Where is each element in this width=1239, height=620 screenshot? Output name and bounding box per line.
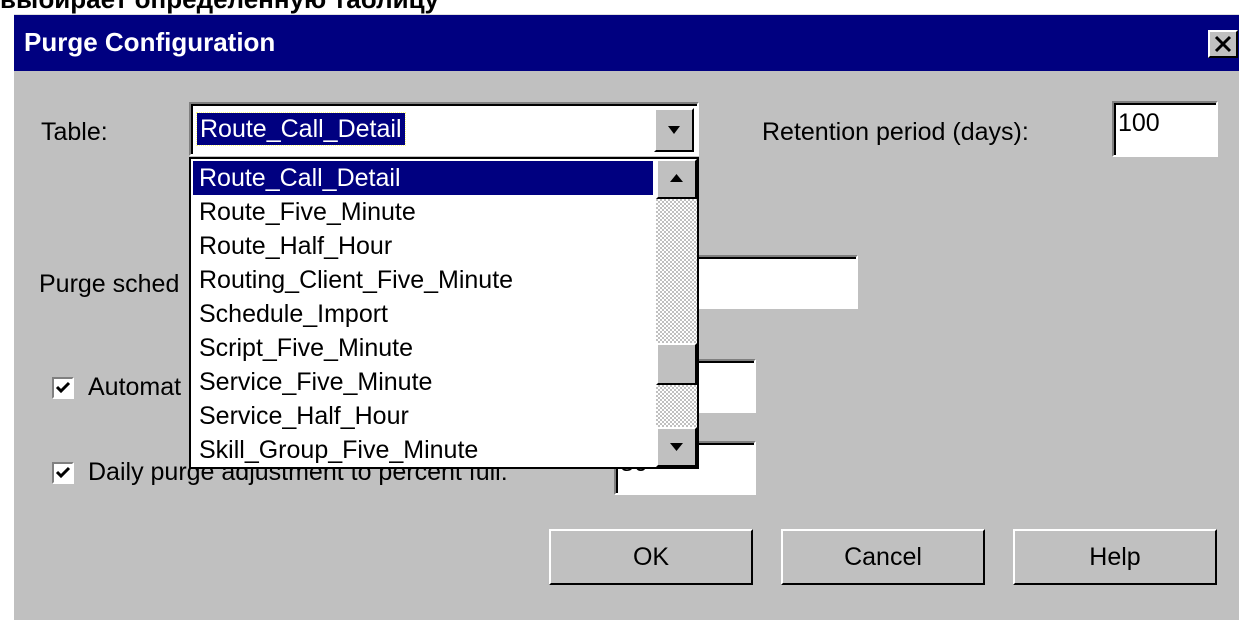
scroll-thumb[interactable] [656,343,697,385]
daily-checkbox[interactable] [52,462,74,484]
automatic-label: Automat [88,373,182,401]
ok-label: OK [632,543,670,571]
dropdown-option[interactable]: Skill_Group_Five_Minute [193,433,653,467]
automatic-checkbox[interactable] [52,377,74,399]
dropdown-option[interactable]: Service_Five_Minute [193,365,653,399]
caption-text: выбирает определенную таблицу [0,0,439,14]
help-button[interactable]: Help [1013,529,1217,585]
retention-label: Retention period (days): [762,118,1029,146]
title-bar: Purge Configuration [14,15,1239,71]
dropdown-option[interactable]: Route_Call_Detail [193,161,653,195]
dropdown-option[interactable]: Routing_Client_Five_Minute [193,263,653,297]
table-combobox[interactable]: Route_Call_Detail [189,102,699,156]
scroll-up-button[interactable] [656,159,697,199]
purge-schedule-label: Purge sched [39,270,180,298]
dropdown-scrollbar[interactable] [656,159,697,467]
table-dropdown-list[interactable]: Route_Call_Detail Route_Five_Minute Rout… [189,157,699,469]
scroll-down-button[interactable] [656,427,697,467]
close-icon [1214,35,1232,53]
chevron-down-icon [670,443,683,451]
purge-configuration-dialog: Purge Configuration Table: Route_Call_De… [14,14,1239,620]
retention-value: 100 [1118,109,1160,137]
chevron-up-icon [670,174,683,182]
table-dropdown-button[interactable] [654,108,694,152]
dropdown-option[interactable]: Route_Five_Minute [193,195,653,229]
dropdown-option[interactable]: Route_Half_Hour [193,229,653,263]
dropdown-option[interactable]: Script_Five_Minute [193,331,653,365]
table-selected-value: Route_Call_Detail [196,112,406,146]
retention-input[interactable]: 100 [1112,101,1218,157]
cancel-label: Cancel [844,543,922,571]
dialog-title: Purge Configuration [24,27,276,57]
check-icon [55,381,71,394]
chevron-down-icon [668,126,680,134]
caption-strip: выбирает определенную таблицу [0,0,1239,14]
cancel-button[interactable]: Cancel [781,529,985,585]
dropdown-option[interactable]: Service_Half_Hour [193,399,653,433]
check-icon [55,466,71,479]
ok-button[interactable]: OK [549,529,753,585]
dropdown-option[interactable]: Schedule_Import [193,297,653,331]
table-label: Table: [41,118,108,146]
close-button[interactable] [1208,30,1238,58]
help-label: Help [1089,543,1141,571]
